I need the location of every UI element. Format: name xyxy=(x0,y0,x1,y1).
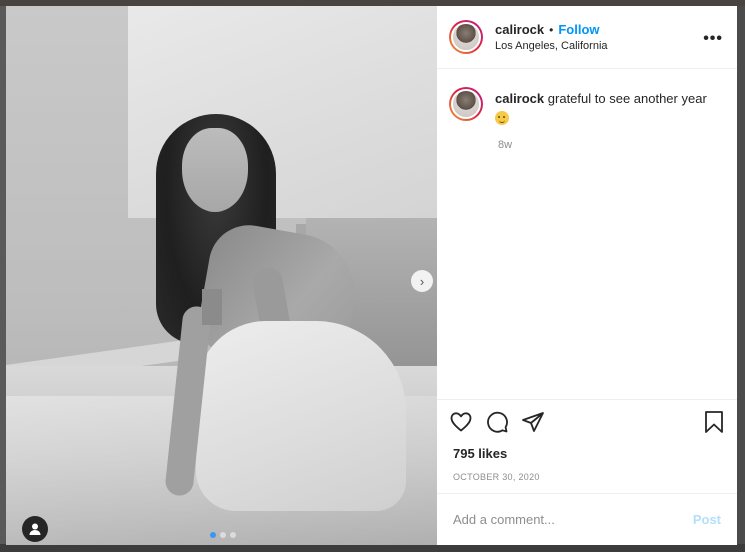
censor-block xyxy=(202,289,222,325)
carousel-dot xyxy=(210,532,216,538)
post-date: OCTOBER 30, 2020 xyxy=(453,472,540,482)
caption: calirock grateful to see another year xyxy=(495,87,707,125)
carousel-dot xyxy=(230,532,236,538)
header-text: calirock • Follow Los Angeles, Californi… xyxy=(495,22,608,52)
user-tag-icon[interactable] xyxy=(22,516,48,542)
page-background-right xyxy=(737,6,745,544)
location-link[interactable]: Los Angeles, California xyxy=(495,40,608,52)
share-icon[interactable] xyxy=(521,410,545,434)
post-header: calirock • Follow Los Angeles, Californi… xyxy=(437,6,737,69)
post-details-panel: calirock • Follow Los Angeles, Californi… xyxy=(437,6,737,545)
post-time-ago[interactable]: 8w xyxy=(498,139,725,151)
carousel-indicator xyxy=(210,532,236,538)
caption-avatar[interactable] xyxy=(449,87,483,121)
header-line: calirock • Follow xyxy=(495,22,608,37)
more-options-icon[interactable]: ••• xyxy=(703,30,723,48)
bookmark-icon[interactable] xyxy=(703,410,725,434)
like-heart-icon[interactable] xyxy=(449,410,473,434)
photo-figure-pants xyxy=(196,321,406,511)
post-button[interactable]: Post xyxy=(693,512,721,527)
next-arrow-glyph: › xyxy=(419,273,425,289)
avatar-image xyxy=(451,89,481,119)
user-silhouette-icon xyxy=(29,523,41,535)
caption-username-link[interactable]: calirock xyxy=(495,91,544,106)
separator-dot: • xyxy=(549,22,554,37)
post-photo[interactable]: › xyxy=(6,6,437,545)
caption-row: calirock grateful to see another year xyxy=(449,87,725,125)
add-comment-bar: Post xyxy=(437,493,737,545)
page-background-bottom xyxy=(0,544,745,552)
carousel-dot xyxy=(220,532,226,538)
comments-section: calirock grateful to see another year 8w xyxy=(437,69,737,399)
action-bar xyxy=(437,399,737,443)
next-arrow-icon[interactable]: › xyxy=(411,270,433,292)
caption-body: grateful to see another year xyxy=(547,91,707,106)
comment-icon[interactable] xyxy=(485,410,509,434)
avatar-image xyxy=(451,22,481,52)
likes-count[interactable]: 795 likes xyxy=(437,443,737,465)
smiling-face-emoji-icon xyxy=(495,110,509,125)
avatar[interactable] xyxy=(449,20,483,54)
username-link[interactable]: calirock xyxy=(495,22,544,37)
follow-button[interactable]: Follow xyxy=(558,22,599,37)
photo-figure-face xyxy=(182,128,248,212)
comment-input[interactable] xyxy=(453,512,693,527)
